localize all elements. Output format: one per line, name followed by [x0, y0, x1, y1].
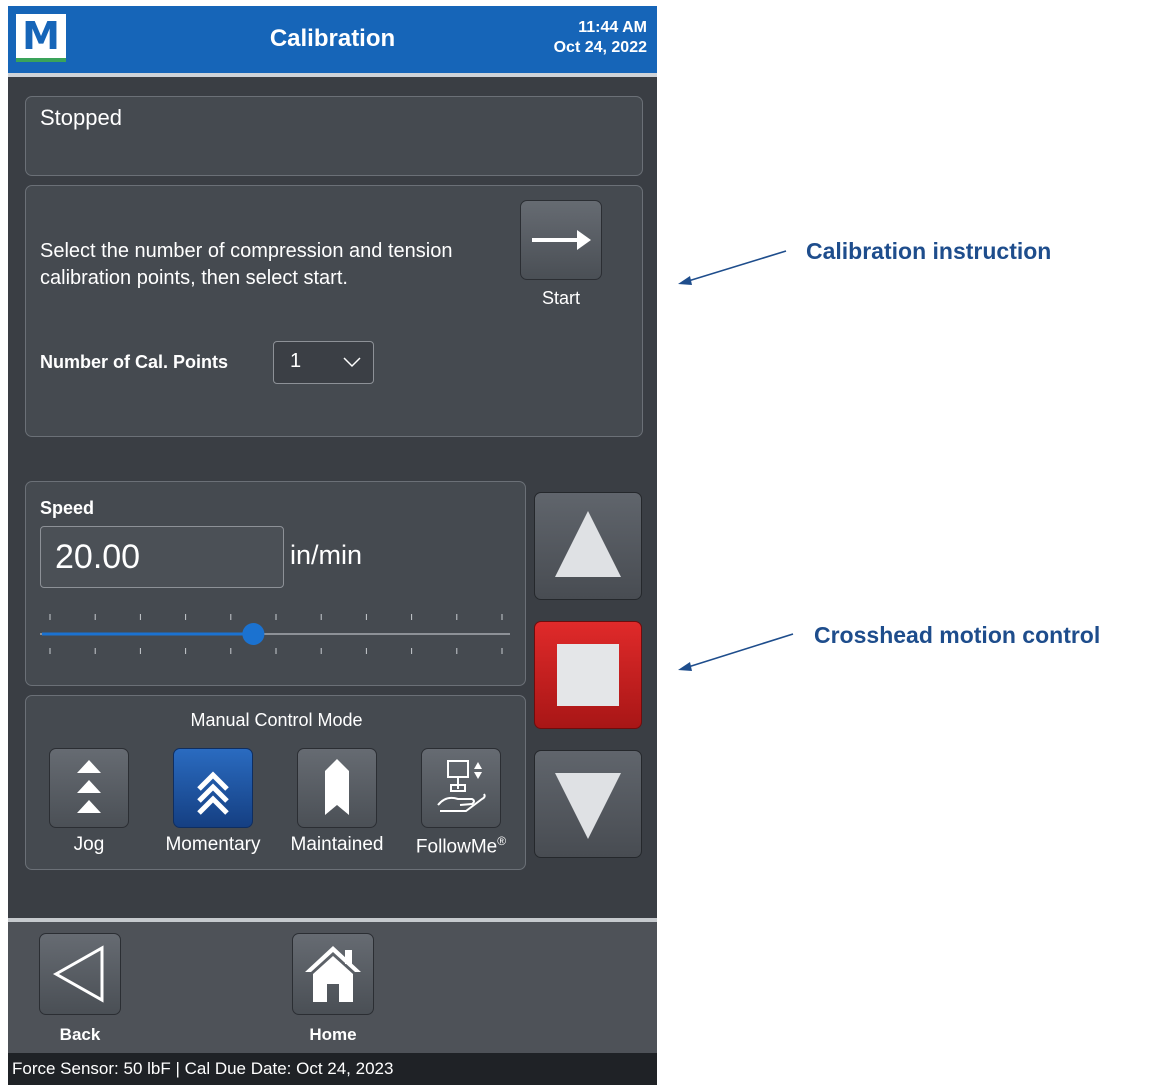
annotation-calibration-instruction: Calibration instruction	[806, 238, 1052, 264]
annotation-arrows	[678, 250, 794, 671]
annotation-crosshead-motion: Crosshead motion control	[814, 622, 1101, 648]
